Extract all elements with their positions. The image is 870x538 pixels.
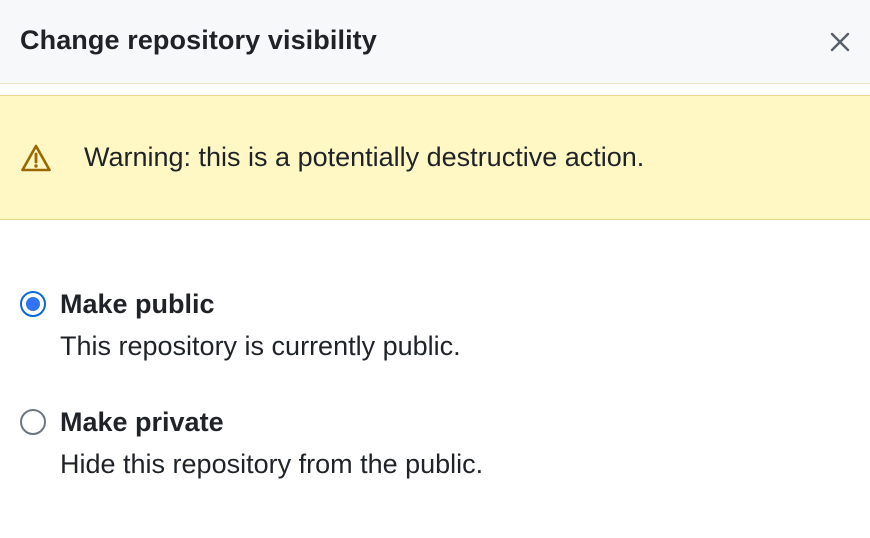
option-make-private[interactable]: Make private Hide this repository from t… [20,404,850,482]
alert-triangle-icon [20,142,52,174]
close-icon [830,32,850,51]
make-public-description: This repository is currently public. [60,331,461,361]
make-private-description: Hide this repository from the public. [60,449,484,479]
option-make-public[interactable]: Make public This repository is currently… [20,286,850,364]
make-public-label[interactable]: Make public [60,286,461,322]
make-private-radio[interactable] [20,409,46,435]
warning-banner: Warning: this is a potentially destructi… [0,95,870,220]
make-public-content: Make public This repository is currently… [60,286,461,364]
dialog-header: Change repository visibility [0,0,870,84]
dialog-title: Change repository visibility [20,25,377,55]
close-button[interactable] [822,24,858,60]
make-private-content: Make private Hide this repository from t… [60,404,483,482]
visibility-options: Make public This repository is currently… [20,286,850,522]
visibility-dialog: Change repository visibility Warning: th… [0,0,870,538]
make-private-label[interactable]: Make private [60,404,483,440]
make-public-radio[interactable] [20,291,46,317]
warning-text: Warning: this is a potentially destructi… [84,142,645,172]
